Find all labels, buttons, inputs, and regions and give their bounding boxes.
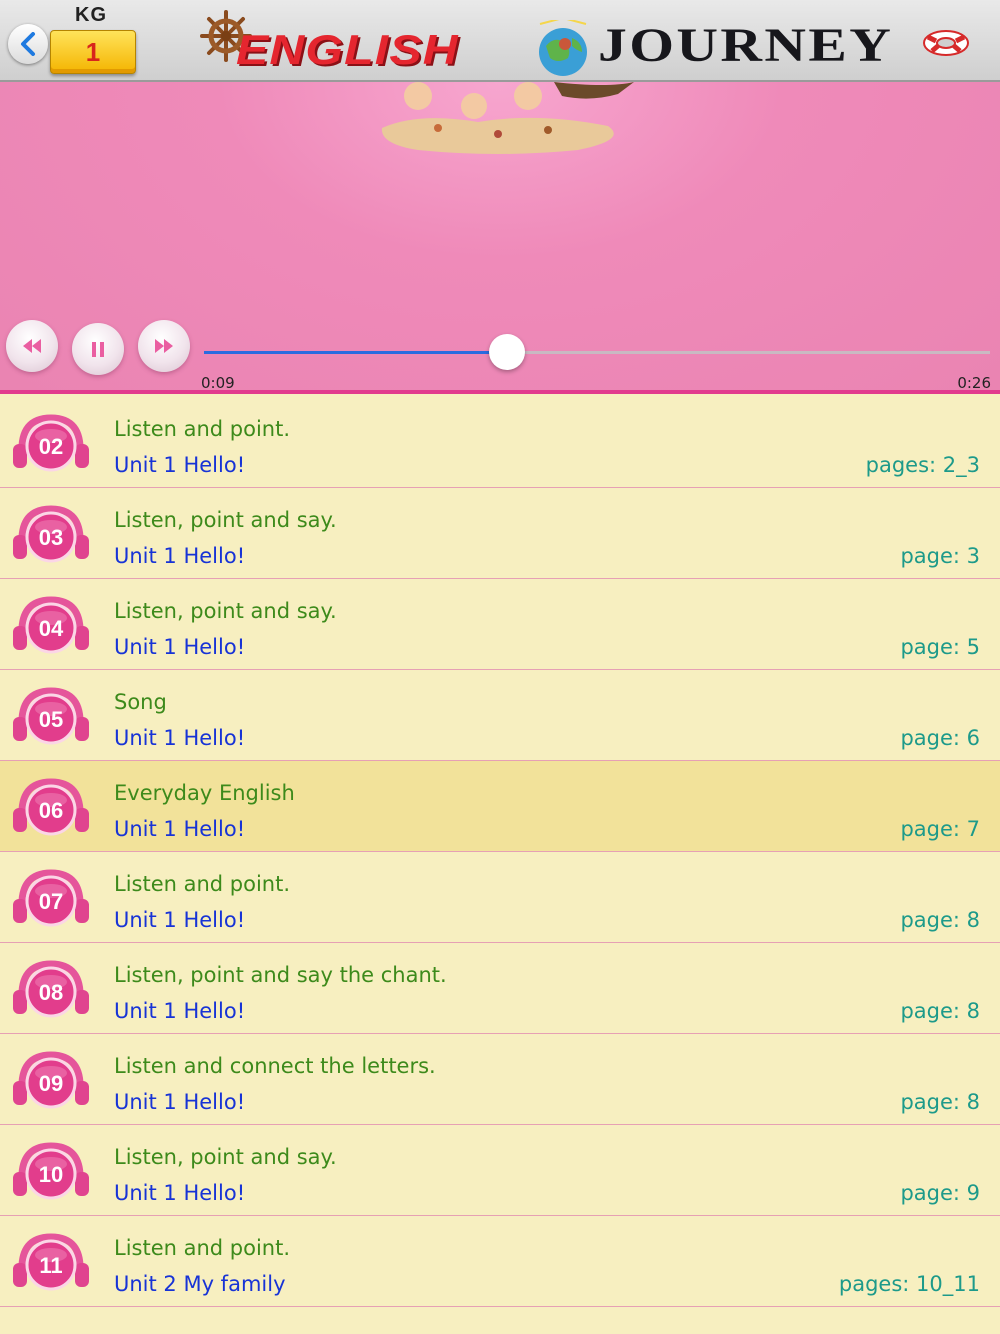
track-title: Listen and connect the letters. bbox=[114, 1054, 436, 1078]
track-row[interactable]: 05 Song Unit 1 Hello! page: 6 bbox=[0, 670, 1000, 761]
level-badge[interactable]: 1 bbox=[50, 30, 136, 74]
track-pages: page: 9 bbox=[900, 1181, 980, 1205]
track-unit: Unit 1 Hello! bbox=[114, 999, 246, 1023]
track-unit: Unit 2 My family bbox=[114, 1272, 286, 1296]
track-pages: page: 5 bbox=[900, 635, 980, 659]
rewind-icon bbox=[23, 339, 41, 353]
fast-forward-button[interactable] bbox=[138, 320, 190, 372]
track-row[interactable]: 08 Listen, point and say the chant. Unit… bbox=[0, 943, 1000, 1034]
track-badge: 03 bbox=[12, 505, 90, 565]
track-number: 08 bbox=[38, 980, 64, 1005]
beach-kids-illustration-icon bbox=[381, 82, 634, 154]
track-pages: page: 6 bbox=[900, 726, 980, 750]
logo-word-journey: JOURNEY bbox=[598, 19, 894, 72]
track-unit: Unit 1 Hello! bbox=[114, 544, 246, 568]
globe-icon bbox=[539, 20, 587, 76]
track-number: 02 bbox=[38, 434, 64, 459]
track-row[interactable]: 09 Listen and connect the letters. Unit … bbox=[0, 1034, 1000, 1125]
track-badge: 08 bbox=[12, 960, 90, 1020]
track-badge: 05 bbox=[12, 687, 90, 747]
track-row[interactable]: 04 Listen, point and say. Unit 1 Hello! … bbox=[0, 579, 1000, 670]
track-badge: 04 bbox=[12, 596, 90, 656]
progress-thumb[interactable] bbox=[488, 334, 525, 370]
app-header: KG 1 ENGLISH JOURNEY bbox=[0, 0, 1000, 82]
track-row[interactable]: 03 Listen, point and say. Unit 1 Hello! … bbox=[0, 488, 1000, 579]
track-list: 02 Listen and point. Unit 1 Hello! pages… bbox=[0, 397, 1000, 1334]
level-caption: KG bbox=[75, 4, 107, 26]
track-unit: Unit 1 Hello! bbox=[114, 908, 246, 932]
audio-player: 0:09 0:26 bbox=[0, 82, 1000, 394]
track-unit: Unit 1 Hello! bbox=[114, 726, 246, 750]
track-pages: pages: 2_3 bbox=[865, 453, 980, 477]
track-unit: Unit 1 Hello! bbox=[114, 1090, 246, 1114]
track-pages: page: 8 bbox=[900, 1090, 980, 1114]
track-number: 09 bbox=[38, 1071, 64, 1096]
track-badge: 07 bbox=[12, 869, 90, 929]
total-time: 0:26 bbox=[957, 374, 991, 392]
track-number: 06 bbox=[38, 798, 64, 823]
track-title: Listen and point. bbox=[114, 1236, 291, 1260]
track-badge: 10 bbox=[12, 1142, 90, 1202]
track-unit: Unit 1 Hello! bbox=[114, 453, 246, 477]
track-number: 11 bbox=[39, 1253, 63, 1278]
track-title: Song bbox=[114, 690, 167, 714]
track-badge: 11 bbox=[12, 1233, 90, 1293]
app-logo: ENGLISH JOURNEY bbox=[200, 4, 995, 80]
track-title: Listen, point and say. bbox=[114, 1145, 337, 1169]
track-unit: Unit 1 Hello! bbox=[114, 817, 246, 841]
pause-button[interactable] bbox=[72, 323, 124, 375]
track-unit: Unit 1 Hello! bbox=[114, 635, 246, 659]
track-pages: page: 7 bbox=[900, 817, 980, 841]
track-number: 05 bbox=[38, 707, 64, 732]
track-pages: pages: 10_11 bbox=[838, 1272, 980, 1296]
chevron-left-icon bbox=[21, 32, 35, 56]
back-button[interactable] bbox=[8, 24, 48, 64]
track-pages: page: 3 bbox=[900, 544, 980, 568]
track-number: 04 bbox=[38, 616, 64, 641]
pause-icon bbox=[92, 342, 104, 357]
fast-forward-icon bbox=[155, 339, 173, 353]
track-number: 10 bbox=[38, 1162, 64, 1187]
track-pages: page: 8 bbox=[900, 908, 980, 932]
track-title: Listen, point and say. bbox=[114, 599, 337, 623]
track-unit: Unit 1 Hello! bbox=[114, 1181, 246, 1205]
track-row[interactable]: 02 Listen and point. Unit 1 Hello! pages… bbox=[0, 397, 1000, 488]
track-number: 07 bbox=[38, 889, 64, 914]
track-title: Listen and point. bbox=[114, 417, 291, 441]
logo-word-english: ENGLISH bbox=[236, 26, 459, 73]
track-badge: 09 bbox=[12, 1051, 90, 1111]
track-badge: 02 bbox=[12, 414, 90, 474]
lifebuoy-icon bbox=[923, 30, 969, 56]
progress-track[interactable] bbox=[204, 351, 990, 354]
track-title: Listen and point. bbox=[114, 872, 291, 896]
track-pages: page: 8 bbox=[900, 999, 980, 1023]
track-row[interactable]: 07 Listen and point. Unit 1 Hello! page:… bbox=[0, 852, 1000, 943]
track-title: Listen, point and say. bbox=[114, 508, 337, 532]
rewind-button[interactable] bbox=[6, 320, 58, 372]
track-number: 03 bbox=[38, 525, 64, 550]
track-row[interactable]: 11 Listen and point. Unit 2 My family pa… bbox=[0, 1216, 1000, 1307]
track-title: Listen, point and say the chant. bbox=[114, 963, 447, 987]
progress-fill bbox=[204, 351, 507, 354]
elapsed-time: 0:09 bbox=[201, 374, 235, 392]
track-row[interactable]: 06 Everyday English Unit 1 Hello! page: … bbox=[0, 761, 1000, 852]
track-badge: 06 bbox=[12, 778, 90, 838]
track-row[interactable]: 10 Listen, point and say. Unit 1 Hello! … bbox=[0, 1125, 1000, 1216]
track-title: Everyday English bbox=[114, 781, 295, 805]
